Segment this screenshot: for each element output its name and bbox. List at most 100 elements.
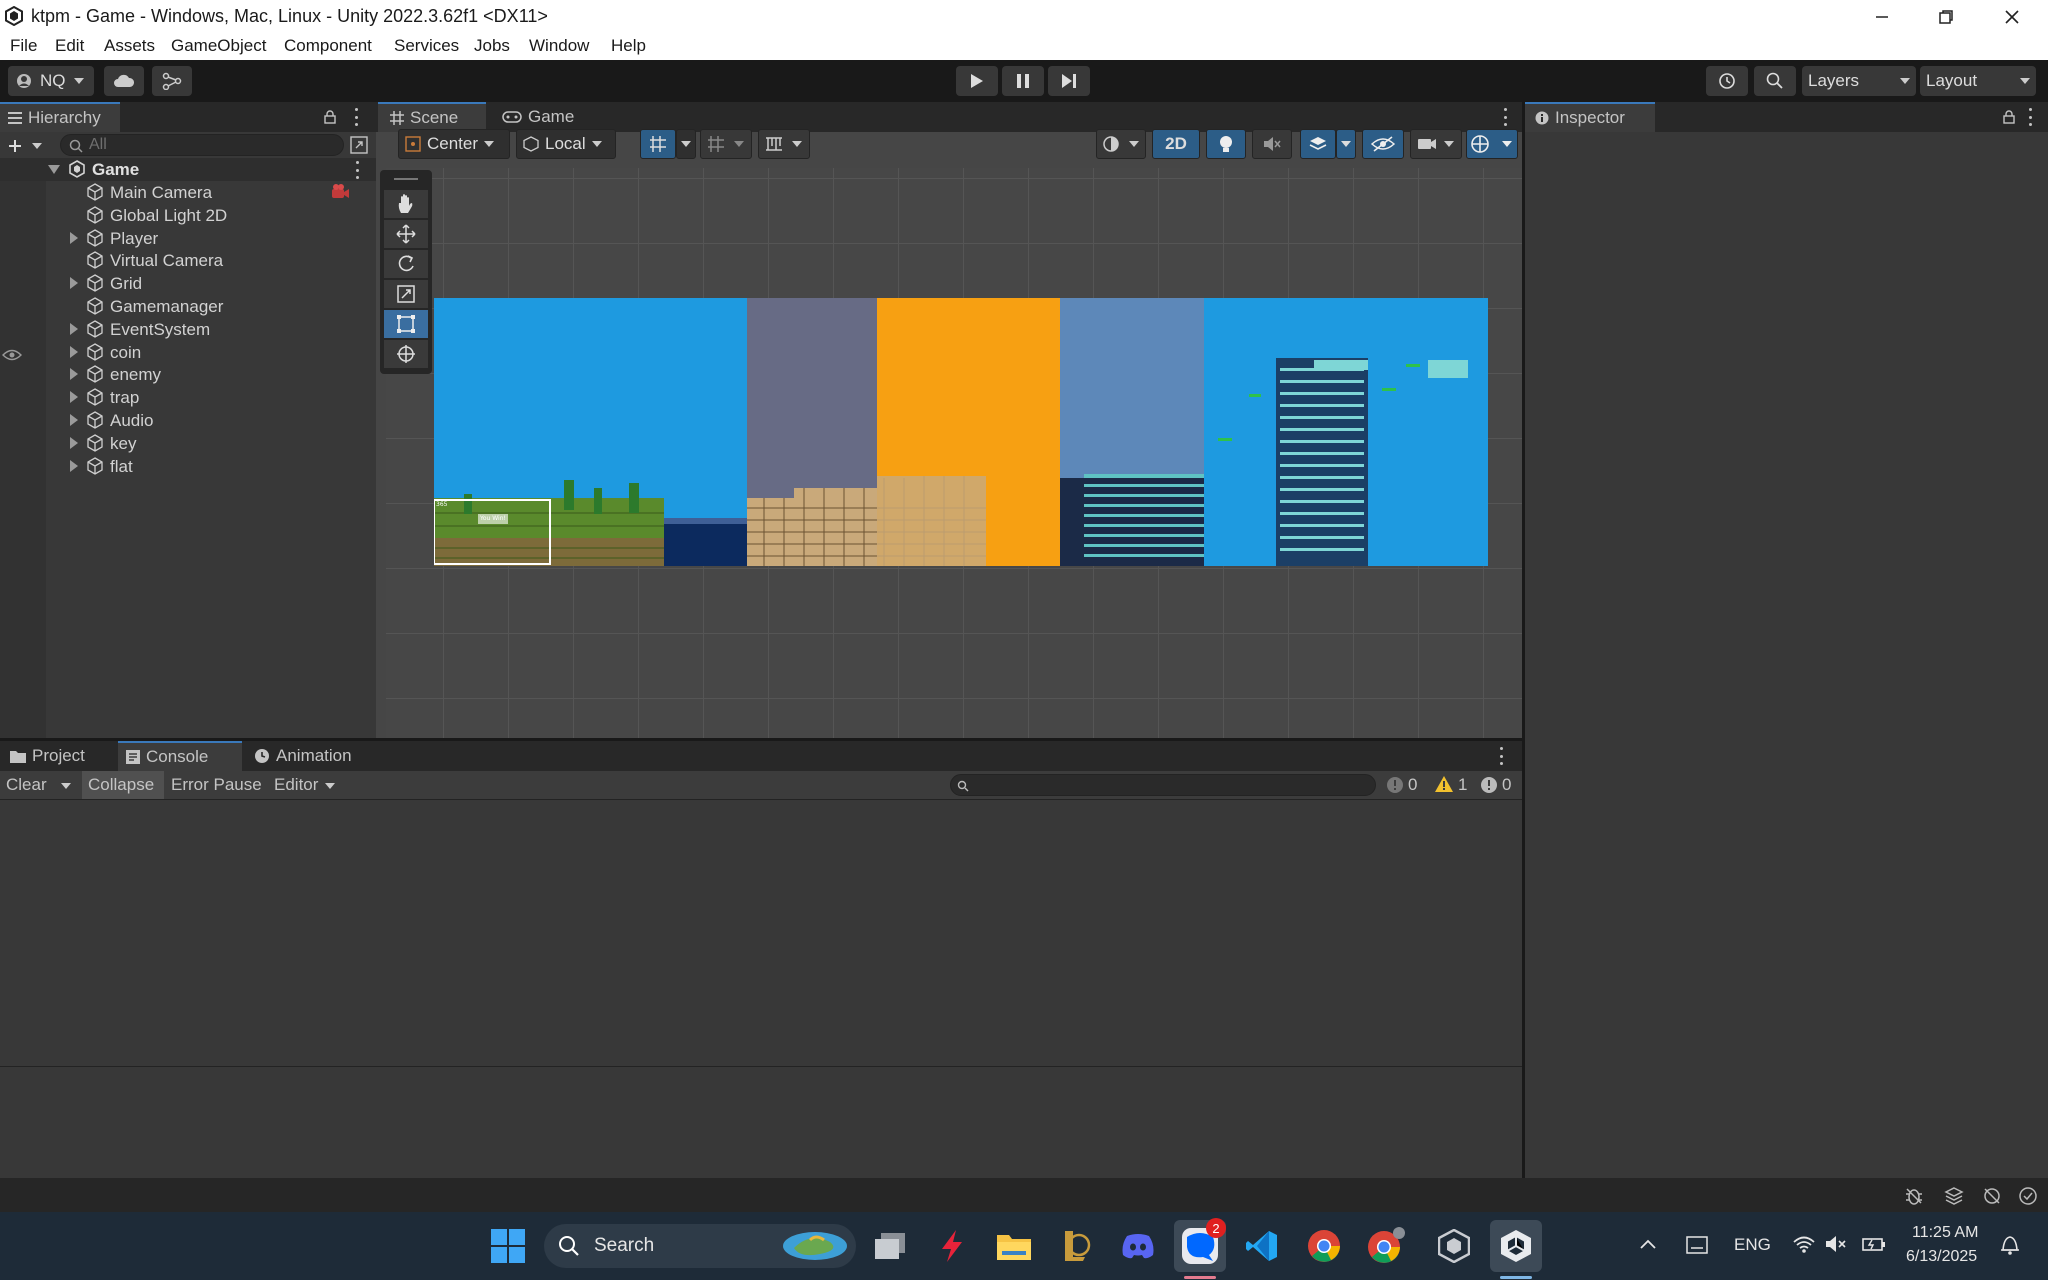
- menu-services[interactable]: Services: [394, 36, 459, 56]
- menu-help[interactable]: Help: [611, 36, 646, 56]
- effects-toggle[interactable]: [1300, 129, 1336, 159]
- hierarchy-item[interactable]: trap: [0, 386, 376, 409]
- hierarchy-item[interactable]: coin: [0, 341, 376, 364]
- scene-search-icon[interactable]: [350, 136, 368, 154]
- restore-button[interactable]: [1916, 0, 1976, 33]
- move-tool[interactable]: [384, 220, 428, 248]
- log-count-toggle[interactable]: 0: [1384, 773, 1428, 797]
- taskbar-search[interactable]: Search: [544, 1224, 856, 1268]
- app-file-explorer[interactable]: [988, 1220, 1040, 1272]
- level-map-preview[interactable]: You Win! 365: [434, 298, 1488, 566]
- close-button[interactable]: [1982, 0, 2042, 33]
- app-league[interactable]: [1050, 1220, 1102, 1272]
- scale-tool[interactable]: [384, 280, 428, 308]
- menu-edit[interactable]: Edit: [55, 36, 84, 56]
- tab-hierarchy[interactable]: Hierarchy: [0, 102, 120, 132]
- clock-date[interactable]: 6/13/2025: [1906, 1248, 1977, 1266]
- language-indicator[interactable]: ENG: [1734, 1235, 1771, 1255]
- scene-menu-icon[interactable]: [1502, 108, 1508, 126]
- console-menu-icon[interactable]: [1498, 747, 1504, 765]
- effects-dropdown[interactable]: [1336, 129, 1356, 159]
- transform-tool[interactable]: [384, 340, 428, 368]
- chevron-right-icon[interactable]: [70, 231, 78, 244]
- hidden-objects-toggle[interactable]: [1362, 129, 1404, 159]
- hierarchy-root-scene[interactable]: Game: [0, 158, 376, 181]
- step-button[interactable]: [1048, 66, 1090, 96]
- create-button[interactable]: [4, 136, 44, 158]
- warning-count-toggle[interactable]: 1: [1432, 773, 1476, 797]
- tab-console[interactable]: Console: [118, 741, 242, 771]
- tab-animation[interactable]: Animation: [246, 741, 366, 771]
- notification-bell-icon[interactable]: [2000, 1234, 2020, 1256]
- palette-drag-handle[interactable]: [394, 178, 418, 180]
- keyboard-icon[interactable]: [1686, 1236, 1708, 1254]
- hierarchy-search[interactable]: All: [60, 134, 344, 156]
- chevron-right-icon[interactable]: [70, 277, 78, 290]
- collab-button[interactable]: [152, 66, 192, 96]
- rect-tool[interactable]: [384, 310, 428, 338]
- camera-dropdown[interactable]: [1410, 129, 1462, 159]
- app-discord[interactable]: [1112, 1220, 1164, 1272]
- lock-icon[interactable]: [324, 110, 336, 124]
- clock-time[interactable]: 11:25 AM: [1912, 1224, 1978, 1242]
- rotate-tool[interactable]: [384, 250, 428, 278]
- error-pause-toggle[interactable]: Error Pause: [171, 775, 262, 795]
- chevron-right-icon[interactable]: [70, 345, 78, 358]
- minimize-button[interactable]: [1852, 0, 1912, 33]
- error-count-toggle[interactable]: 0: [1478, 773, 1522, 797]
- tab-inspector[interactable]: Inspector: [1525, 102, 1655, 132]
- bug-icon[interactable]: [1904, 1186, 1924, 1206]
- chevron-right-icon[interactable]: [70, 322, 78, 335]
- layout-dropdown[interactable]: Layout: [1920, 66, 2036, 96]
- pause-button[interactable]: [1002, 66, 1044, 96]
- hierarchy-item[interactable]: EventSystem: [0, 318, 376, 341]
- hierarchy-item[interactable]: Audio: [0, 409, 376, 432]
- app-unity-editor[interactable]: [1490, 1220, 1542, 1279]
- chevron-down-icon[interactable]: [60, 782, 72, 790]
- cache-layers-icon[interactable]: [1944, 1186, 1964, 1206]
- menu-window[interactable]: Window: [529, 36, 589, 56]
- inspector-menu-icon[interactable]: [2027, 108, 2033, 126]
- console-search-input[interactable]: [950, 774, 1376, 796]
- tab-game[interactable]: Game: [494, 102, 584, 132]
- search-button[interactable]: [1754, 66, 1796, 96]
- task-view-button[interactable]: [864, 1220, 916, 1272]
- collapse-toggle[interactable]: Collapse: [82, 771, 164, 799]
- hierarchy-menu-icon[interactable]: [353, 108, 359, 126]
- mode-2d-toggle[interactable]: 2D: [1152, 129, 1200, 159]
- snap-toggle[interactable]: [640, 129, 676, 159]
- hierarchy-item[interactable]: Gamemanager: [0, 295, 376, 318]
- volume-muted-icon[interactable]: [1824, 1234, 1848, 1254]
- undo-history-button[interactable]: [1706, 66, 1748, 96]
- hierarchy-item[interactable]: flat: [0, 455, 376, 478]
- menu-assets[interactable]: Assets: [104, 36, 155, 56]
- app-chrome-profile[interactable]: [1360, 1220, 1412, 1272]
- hierarchy-item[interactable]: Virtual Camera: [0, 249, 376, 272]
- chevron-up-icon[interactable]: [1640, 1238, 1656, 1250]
- increment-snap-button[interactable]: [758, 129, 810, 159]
- hierarchy-item[interactable]: Main Camera: [0, 181, 376, 204]
- hierarchy-item[interactable]: enemy: [0, 363, 376, 386]
- chevron-right-icon[interactable]: [70, 459, 78, 472]
- app-unity-hub[interactable]: [1428, 1220, 1480, 1272]
- chevron-right-icon[interactable]: [70, 436, 78, 449]
- app-zalo[interactable]: 2: [1174, 1218, 1226, 1279]
- battery-charging-icon[interactable]: [1862, 1234, 1886, 1254]
- start-button[interactable]: [482, 1220, 534, 1272]
- console-splitter[interactable]: [0, 1066, 1522, 1067]
- hierarchy-item[interactable]: Grid: [0, 272, 376, 295]
- clear-button[interactable]: Clear: [6, 775, 47, 795]
- layers-dropdown[interactable]: Layers: [1802, 66, 1916, 96]
- audio-toggle[interactable]: [1252, 129, 1292, 159]
- tab-project[interactable]: Project: [2, 741, 112, 771]
- chevron-right-icon[interactable]: [70, 391, 78, 404]
- chevron-right-icon[interactable]: [70, 368, 78, 381]
- snap-dropdown[interactable]: [676, 129, 696, 159]
- app-chrome[interactable]: [1298, 1220, 1350, 1272]
- check-circle-icon[interactable]: [2018, 1186, 2038, 1206]
- app-lightning[interactable]: [926, 1220, 978, 1272]
- space-mode-dropdown[interactable]: Local: [516, 129, 616, 159]
- editor-dropdown[interactable]: Editor: [272, 771, 342, 799]
- app-vscode[interactable]: [1236, 1220, 1288, 1272]
- shading-mode-dropdown[interactable]: [1096, 129, 1146, 159]
